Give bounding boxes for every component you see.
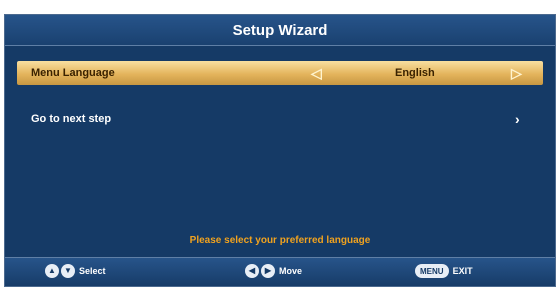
arrow-left-icon[interactable]: ◁: [311, 65, 322, 82]
hint-text: Please select your preferred language: [189, 235, 371, 246]
menu-language-row[interactable]: Menu Language ◁ English ▷: [17, 61, 543, 85]
footer-move: ◀ ▶ Move: [245, 264, 302, 278]
menu-language-label: Menu Language: [31, 67, 115, 79]
arrow-right-icon[interactable]: ▷: [511, 65, 522, 82]
page-title: Setup Wizard: [232, 21, 328, 39]
up-button-icon: ▲: [45, 264, 59, 278]
menu-button-icon: MENU: [415, 264, 449, 278]
menu-language-value: English: [395, 67, 435, 79]
left-button-icon: ◀: [245, 264, 259, 278]
move-label: Move: [279, 266, 303, 276]
right-button-icon: ▶: [261, 264, 275, 278]
select-label: Select: [79, 266, 106, 276]
down-button-icon: ▼: [61, 264, 75, 278]
footer-bar: ▲ ▼ Select ◀ ▶ Move MENU EXIT: [5, 257, 555, 286]
exit-label: EXIT: [452, 266, 473, 276]
next-step-label: Go to next step: [31, 113, 112, 125]
title-bar: Setup Wizard: [5, 15, 555, 46]
next-step-row[interactable]: Go to next step ›: [17, 107, 543, 131]
chevron-right-icon[interactable]: ›: [515, 111, 520, 127]
footer-select: ▲ ▼ Select: [45, 264, 106, 278]
footer-exit: MENU EXIT: [415, 264, 473, 278]
setup-wizard-screen: Setup Wizard Menu Language ◁ English ▷ G…: [4, 14, 556, 287]
